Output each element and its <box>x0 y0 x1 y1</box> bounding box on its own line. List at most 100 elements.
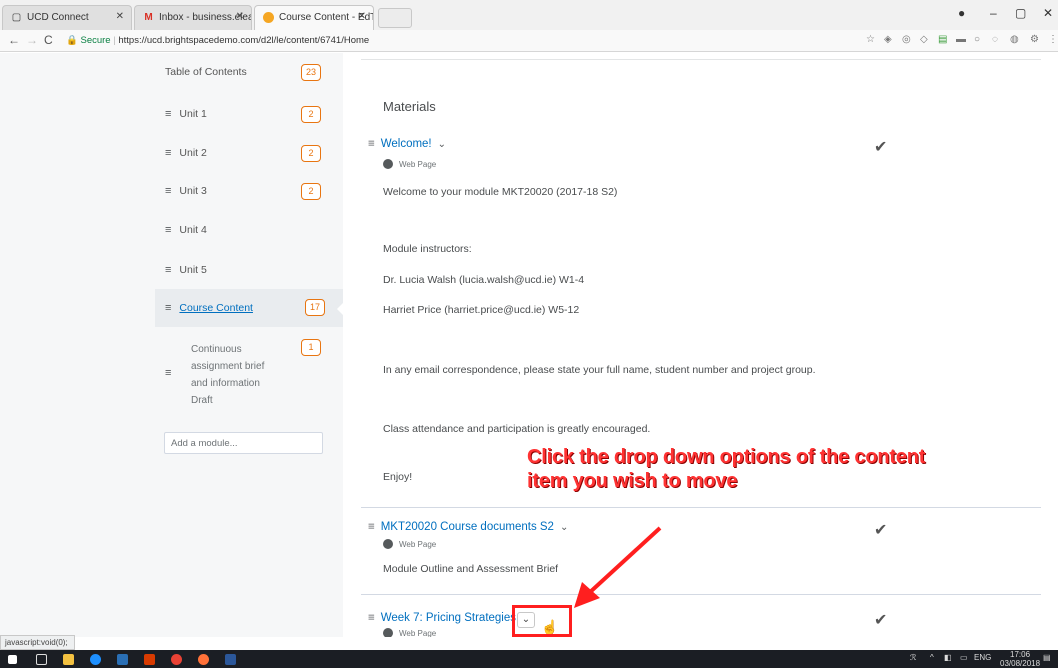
checkmark-icon: ✔ <box>874 522 888 539</box>
unit-count-badge: 2 <box>301 145 321 162</box>
url-text: https://ucd.brightspacedemo.com/d2l/le/c… <box>118 35 370 46</box>
drag-handle-icon[interactable]: ≡ <box>165 224 171 236</box>
content-type-label: Web Page <box>383 628 436 637</box>
secure-label: Secure <box>80 35 111 46</box>
paragraph: Class attendance and participation is gr… <box>383 423 651 435</box>
drag-handle-icon[interactable]: ≡ <box>165 108 171 120</box>
close-tab-icon[interactable]: ✕ <box>116 11 124 22</box>
windows-taskbar: ℛ ^ ◧ ▭ ENG 17:06 03/08/2018 ▤ <box>0 650 1058 668</box>
menu-icon[interactable]: ⋮ <box>1048 34 1058 45</box>
paragraph: Harriet Price (harriet.price@ucd.ie) W5-… <box>383 304 580 316</box>
windows-start-icon[interactable] <box>8 655 17 664</box>
edge-icon[interactable] <box>90 654 101 665</box>
drag-handle-icon[interactable]: ≡ <box>368 612 375 624</box>
lock-icon: 🔒 <box>66 35 78 46</box>
tab-inbox[interactable]: M Inbox - business.elearnin ✕ <box>134 5 252 30</box>
extension-icon[interactable]: ◌ <box>992 34 998 45</box>
extension-icon[interactable]: ◇ <box>920 34 928 45</box>
extension-icon[interactable]: ◍ <box>1010 34 1019 45</box>
paragraph: Module instructors: <box>383 243 472 255</box>
language-indicator[interactable]: ENG <box>974 653 991 662</box>
drag-handle-icon[interactable]: ≡ <box>165 147 171 159</box>
people-icon[interactable]: ℛ <box>910 653 916 662</box>
store-icon[interactable] <box>117 654 128 665</box>
browser-tab-bar: ▢ UCD Connect ✕ M Inbox - business.elear… <box>0 0 1058 30</box>
minimize-icon[interactable]: – <box>990 6 997 20</box>
url-field[interactable]: 🔒 Secure | https://ucd.brightspacedemo.c… <box>66 33 966 49</box>
reload-icon[interactable]: C <box>44 33 53 47</box>
paragraph: Enjoy! <box>383 471 413 483</box>
close-window-icon[interactable]: ✕ <box>1043 6 1053 20</box>
gmail-icon: M <box>144 12 153 23</box>
office-icon[interactable] <box>144 654 155 665</box>
content-item-title[interactable]: ≡ Welcome! ⌄ <box>368 138 446 150</box>
sidebar-item-draft-module[interactable]: Continuous assignment brief and informat… <box>191 341 361 409</box>
new-tab-button[interactable] <box>378 8 412 28</box>
extension-icon[interactable]: ▤ <box>938 34 947 45</box>
tab-ucd-connect[interactable]: ▢ UCD Connect ✕ <box>2 5 132 30</box>
close-tab-icon[interactable]: ✕ <box>358 11 366 22</box>
paragraph: Module Outline and Assessment Brief <box>383 563 559 575</box>
annotation-arrow <box>574 526 662 608</box>
extension-icon[interactable]: ▬ <box>956 34 966 45</box>
extension-icon[interactable]: ◈ <box>884 34 892 45</box>
status-bar: javascript:void(0); <box>0 635 75 650</box>
content-item-title[interactable]: ≡ MKT20020 Course documents S2 ⌄ <box>368 521 568 533</box>
close-tab-icon[interactable]: ✕ <box>236 11 244 22</box>
content-type-label: Web Page <box>383 539 436 549</box>
bookmark-star-icon[interactable]: ☆ <box>866 34 875 45</box>
globe-icon <box>383 159 393 169</box>
profile-icon[interactable]: ● <box>958 6 965 20</box>
firefox-icon[interactable] <box>198 654 209 665</box>
sidebar-item-unit-5[interactable]: ≡ Unit 5 <box>165 264 335 276</box>
instruction-callout: Click the drop down options of the conte… <box>527 446 926 492</box>
module-count-badge: 1 <box>301 339 321 356</box>
forward-icon[interactable]: → <box>26 33 38 47</box>
drag-handle-icon[interactable]: ≡ <box>165 302 171 314</box>
content-pane: Materials ≡ Welcome! ⌄ Web Page ✔ Welcome … <box>343 53 1058 637</box>
maximize-icon[interactable]: ▢ <box>1015 6 1026 20</box>
tray-chevron-icon[interactable]: ^ <box>930 653 934 662</box>
paragraph: Dr. Lucia Walsh (lucia.walsh@ucd.ie) W1-… <box>383 274 585 286</box>
sidebar-item-unit-4[interactable]: ≡ Unit 4 <box>165 224 335 236</box>
clock[interactable]: 17:06 03/08/2018 <box>1000 650 1040 668</box>
unit-count-badge: 2 <box>301 106 321 123</box>
drag-handle-icon[interactable]: ≡ <box>165 185 171 197</box>
divider <box>361 507 1041 508</box>
task-view-icon[interactable] <box>36 654 47 665</box>
content-type-label: Web Page <box>383 159 436 169</box>
checkmark-icon: ✔ <box>874 612 888 629</box>
address-bar: ← → C 🔒 Secure | https://ucd.brightspace… <box>0 30 1058 52</box>
globe-icon <box>383 628 393 637</box>
network-icon[interactable]: ◧ <box>944 653 952 662</box>
brightspace-page: Table of Contents 23 ≡ Unit 1 2 ≡ Unit 2 2… <box>0 53 1058 637</box>
file-explorer-icon[interactable] <box>63 654 74 665</box>
chrome-icon[interactable] <box>171 654 182 665</box>
add-module-input[interactable]: Add a module... <box>164 432 323 454</box>
materials-heading: Materials <box>383 99 436 114</box>
globe-icon <box>383 539 393 549</box>
module-count-badge: 17 <box>305 299 325 316</box>
table-of-contents-panel: Table of Contents 23 ≡ Unit 1 2 ≡ Unit 2 2… <box>0 53 349 637</box>
extension-icon[interactable]: ◎ <box>902 34 911 45</box>
tab-course-content[interactable]: Course Content - EdTech ✕ <box>254 5 374 30</box>
brightspace-icon <box>263 12 274 23</box>
drag-handle-icon[interactable]: ≡ <box>165 367 171 379</box>
notifications-icon[interactable]: ▤ <box>1043 653 1051 662</box>
paragraph: In any email correspondence, please stat… <box>383 364 816 376</box>
word-icon[interactable] <box>225 654 236 665</box>
drag-handle-icon[interactable]: ≡ <box>368 521 375 533</box>
page-icon: ▢ <box>11 12 22 23</box>
chevron-down-icon[interactable]: ⌄ <box>438 139 446 150</box>
divider <box>361 594 1041 595</box>
content-item-title[interactable]: ≡ Week 7: Pricing Strategies <box>368 612 516 624</box>
unit-count-badge: 2 <box>301 183 321 200</box>
drag-handle-icon[interactable]: ≡ <box>368 138 375 150</box>
extension-icon[interactable]: ○ <box>974 34 980 45</box>
drag-handle-icon[interactable]: ≡ <box>165 264 171 276</box>
extension-icon[interactable]: ⚙ <box>1030 34 1039 45</box>
checkmark-icon: ✔ <box>874 139 888 156</box>
paragraph: Welcome to your module MKT20020 (2017-18… <box>383 186 618 198</box>
back-icon[interactable]: ← <box>8 33 20 47</box>
speaker-icon[interactable]: ▭ <box>960 653 968 662</box>
